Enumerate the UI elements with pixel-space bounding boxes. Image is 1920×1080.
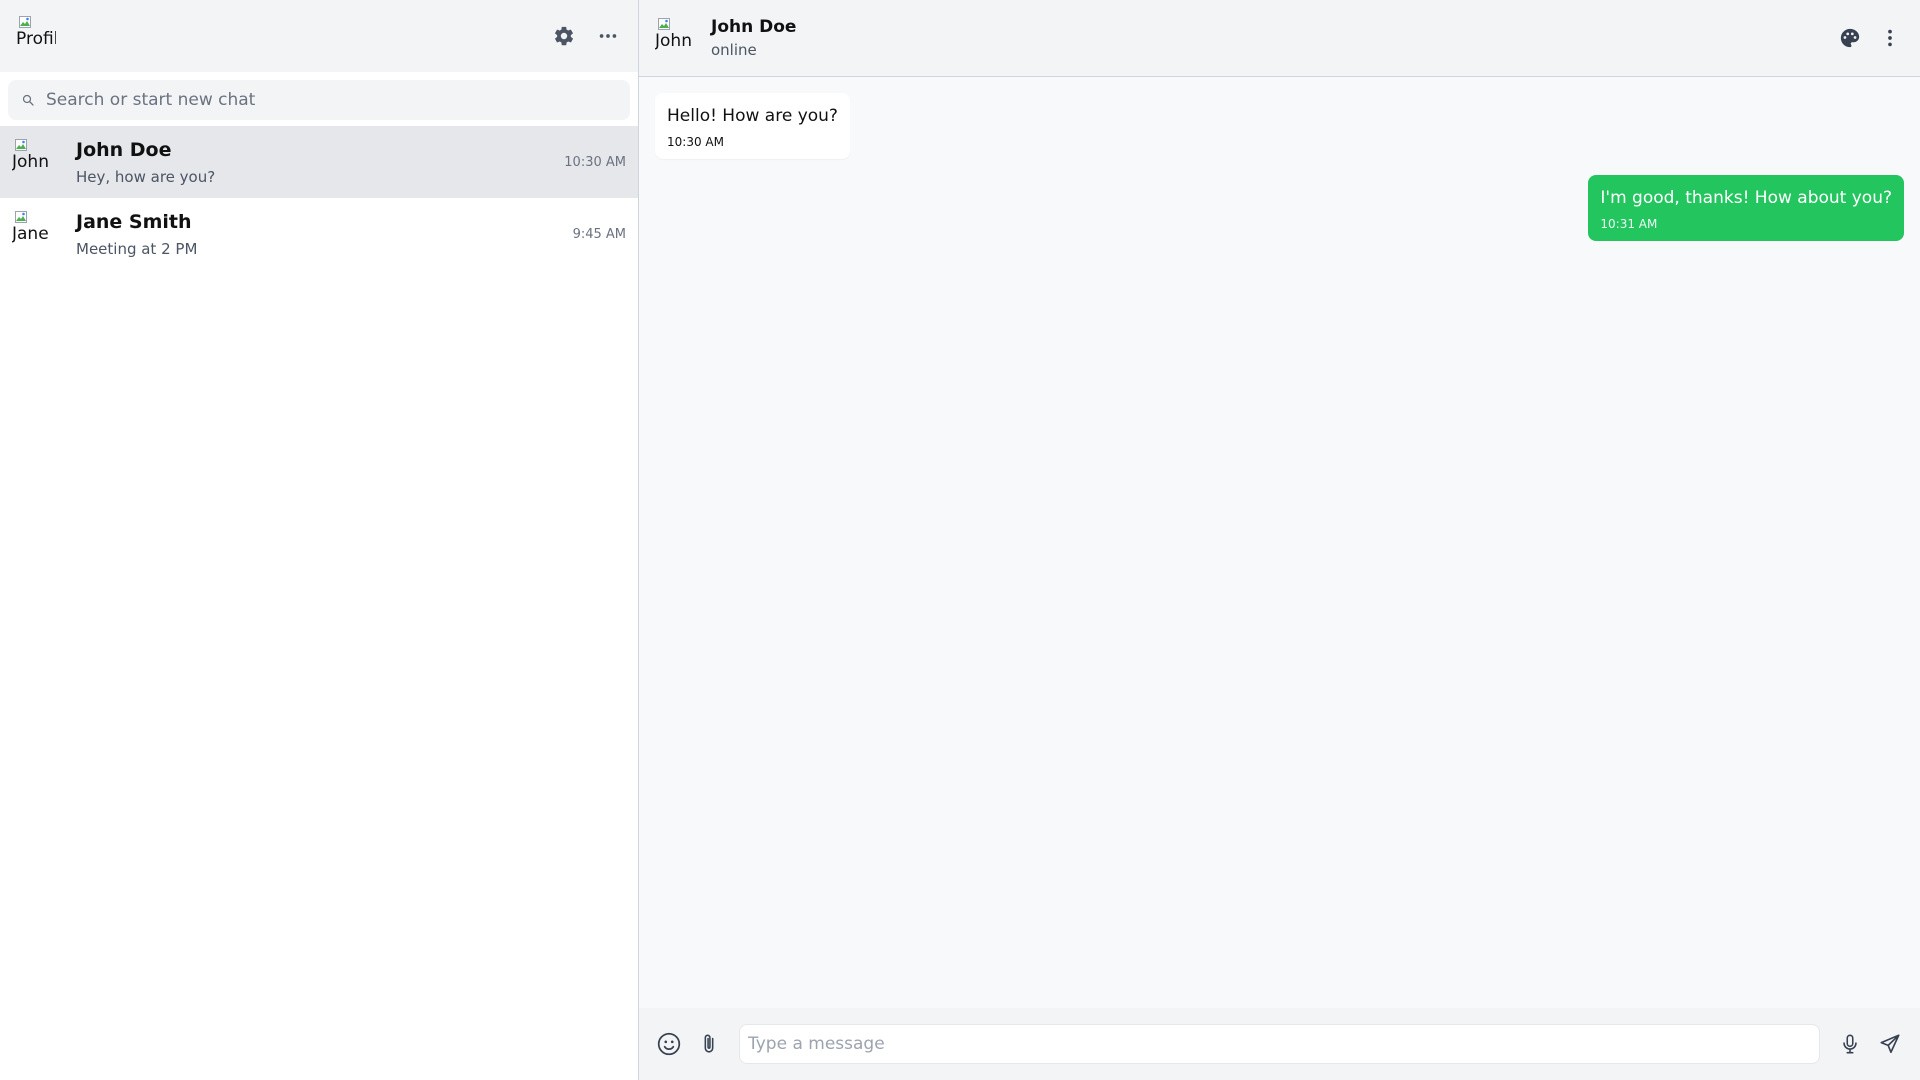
message-time: 10:31 AM xyxy=(1600,217,1658,231)
chat-header: John Doe John Doe online xyxy=(639,0,1920,77)
chat-info: Jane Smith Meeting at 2 PM xyxy=(76,210,561,258)
settings-button[interactable] xyxy=(550,22,578,50)
chat-header-avatar[interactable]: John Doe xyxy=(655,18,695,58)
message-text: Hello! How are you? xyxy=(667,106,838,126)
search-icon xyxy=(22,94,34,106)
chat-time: 9:45 AM xyxy=(572,226,626,242)
message-text: I'm good, thanks! How about you? xyxy=(1600,188,1892,208)
chat-menu-button[interactable] xyxy=(1876,24,1904,52)
chat-name: Jane Smith xyxy=(76,211,192,233)
sidebar: Profile xyxy=(0,0,639,1080)
chat-list-item-john-doe[interactable]: John Doe John Doe Hey, how are you? 10:3… xyxy=(0,126,638,198)
chat-header-status: online xyxy=(711,41,757,59)
profile-avatar[interactable]: Profile xyxy=(16,16,56,56)
chat-time: 10:30 AM xyxy=(564,154,626,170)
paperclip-icon xyxy=(704,1034,714,1053)
search-container xyxy=(0,72,638,126)
sidebar-header: Profile xyxy=(0,0,638,72)
message-bubble: Hello! How are you? 10:30 AM xyxy=(655,93,850,159)
emoji-icon xyxy=(657,1032,681,1056)
microphone-icon xyxy=(1843,1034,1857,1054)
message-list: Hello! How are you? 10:30 AM I'm good, t… xyxy=(639,77,1920,1008)
broken-image-icon xyxy=(15,139,27,151)
voice-button[interactable] xyxy=(1836,1030,1864,1058)
chat-list: John Doe John Doe Hey, how are you? 10:3… xyxy=(0,126,638,1080)
chat-name: John Doe xyxy=(76,139,172,161)
chat-header-info: John Doe online xyxy=(711,17,1836,59)
chat-header-actions xyxy=(1836,24,1904,52)
chat-info: John Doe Hey, how are you? xyxy=(76,138,552,186)
menu-button[interactable] xyxy=(594,22,622,50)
contact-avatar: John Doe xyxy=(12,139,52,185)
more-vertical-icon xyxy=(1888,29,1892,47)
chat-header-name: John Doe xyxy=(711,17,797,37)
broken-image-icon xyxy=(19,16,31,28)
gear-icon xyxy=(555,26,573,46)
chat-list-item-jane-smith[interactable]: Jane Smith Jane Smith Meeting at 2 PM 9:… xyxy=(0,198,638,270)
app-window: Profile xyxy=(0,0,1920,1080)
composer-actions xyxy=(1836,1030,1904,1058)
chat-preview: Meeting at 2 PM xyxy=(76,240,198,258)
message-composer xyxy=(639,1008,1920,1080)
chat-header-avatar-alt: John Doe xyxy=(655,31,695,51)
broken-image-icon xyxy=(15,211,27,223)
theme-button[interactable] xyxy=(1836,24,1864,52)
sidebar-actions xyxy=(550,22,622,50)
message-outgoing: I'm good, thanks! How about you? 10:31 A… xyxy=(655,175,1904,241)
message-input[interactable] xyxy=(739,1024,1820,1064)
message-time: 10:30 AM xyxy=(667,135,724,149)
profile-avatar-alt: Profile xyxy=(16,29,56,49)
more-horizontal-icon xyxy=(599,34,617,38)
emoji-button[interactable] xyxy=(655,1030,683,1058)
chat-panel: John Doe John Doe online xyxy=(639,0,1920,1080)
attach-button[interactable] xyxy=(695,1030,723,1058)
chat-preview: Hey, how are you? xyxy=(76,168,216,186)
search-input[interactable] xyxy=(46,90,616,110)
search-box xyxy=(8,80,630,120)
contact-avatar-alt: John Doe xyxy=(12,152,52,172)
send-icon xyxy=(1880,1034,1900,1054)
message-bubble: I'm good, thanks! How about you? 10:31 A… xyxy=(1588,175,1904,241)
broken-image-icon xyxy=(658,18,670,30)
send-button[interactable] xyxy=(1876,1030,1904,1058)
contact-avatar: Jane Smith xyxy=(12,211,52,257)
palette-icon xyxy=(1840,28,1860,48)
contact-avatar-alt: Jane Smith xyxy=(12,224,52,244)
message-incoming: Hello! How are you? 10:30 AM xyxy=(655,93,1904,159)
